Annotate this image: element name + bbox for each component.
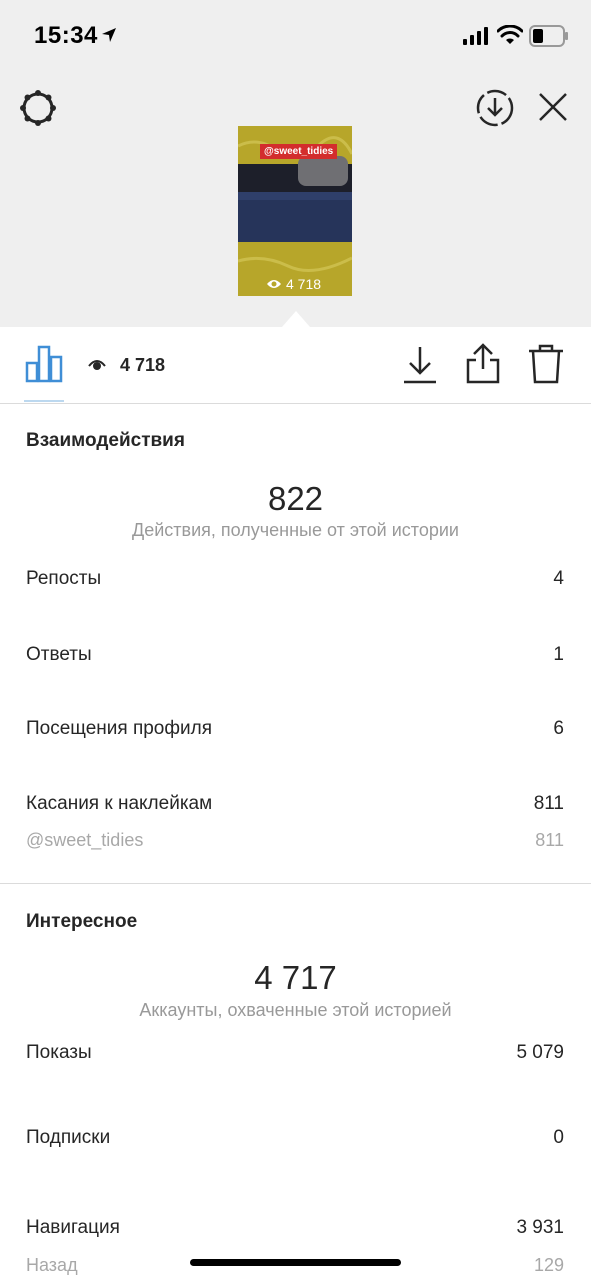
follows-label: Подписки <box>26 1127 111 1148</box>
story-views-label: 4 718 <box>286 276 322 292</box>
mention-sticker: @sweet_tidies <box>260 144 338 159</box>
eye-icon <box>267 280 281 288</box>
sticker-taps-value: 811 <box>533 793 564 814</box>
navigation-value: 3 931 <box>516 1217 564 1238</box>
discovery-total: 4 717 <box>254 959 337 996</box>
reposts-value: 4 <box>553 568 564 589</box>
status-time: 15:34 <box>34 22 98 49</box>
insights-bar-chart-icon[interactable] <box>25 345 63 383</box>
section-divider <box>0 883 591 884</box>
sticker-taps-label: Касания к наклейкам <box>26 793 213 814</box>
impressions-label: Показы <box>26 1042 92 1063</box>
replies-value: 1 <box>553 644 564 665</box>
back-label: Назад <box>26 1255 78 1275</box>
story-view-count: 4 718 <box>266 276 321 292</box>
navigation-label: Навигация <box>26 1217 120 1238</box>
share-icon[interactable] <box>465 343 501 385</box>
replies-label: Ответы <box>26 644 92 665</box>
home-indicator[interactable] <box>190 1259 401 1266</box>
insights-toolbar: 4 718 <box>0 327 591 404</box>
profile-visits-value: 6 <box>553 718 564 739</box>
back-value: 129 <box>533 1255 564 1275</box>
settings-gear-icon[interactable] <box>18 88 58 128</box>
discovery-subtitle: Аккаунты, охваченные этой историей <box>139 1000 452 1020</box>
battery-icon <box>529 25 568 47</box>
thumbnail-pointer <box>282 311 310 327</box>
interactions-subtitle: Действия, полученные от этой истории <box>132 520 459 540</box>
status-bar: 15:34 <box>0 0 591 70</box>
viewers-eye-icon[interactable] <box>88 358 106 372</box>
story-preview-area: 15:34 @sweet_tidies 4 718 <box>0 0 591 327</box>
story-thumbnail[interactable]: @sweet_tidies 4 718 <box>238 126 352 296</box>
profile-visits-label: Посещения профиля <box>26 718 212 739</box>
follows-value: 0 <box>553 1127 564 1148</box>
sticker-mention-value: 811 <box>535 830 564 850</box>
interactions-section-title: Взаимодействия <box>26 430 185 451</box>
location-arrow-icon <box>102 28 116 42</box>
sticker-mention-label[interactable]: @sweet_tidies <box>26 830 143 851</box>
delete-trash-icon[interactable] <box>528 343 564 385</box>
cellular-signal-icon <box>463 27 488 45</box>
wifi-icon <box>497 25 523 44</box>
close-icon[interactable] <box>536 90 570 124</box>
interactions-total: 822 <box>267 480 324 517</box>
download-icon[interactable] <box>402 345 438 385</box>
discovery-section-title: Интересное <box>26 911 138 932</box>
reposts-label: Репосты <box>26 568 102 589</box>
save-to-device-icon[interactable] <box>475 88 515 128</box>
active-tab-indicator <box>24 400 64 402</box>
impressions-value: 5 079 <box>516 1042 564 1063</box>
viewers-count[interactable]: 4 718 <box>120 355 165 376</box>
